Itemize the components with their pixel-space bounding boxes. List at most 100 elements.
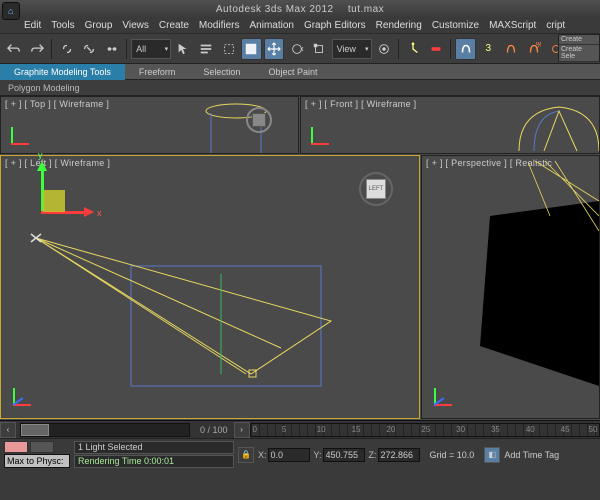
tick: 45 [561,425,570,434]
ribbon-bar: Graphite Modeling Tools Freeform Selecti… [0,64,600,80]
time-slider[interactable] [20,423,190,437]
rotate-icon[interactable] [286,38,307,60]
ribbon-sub[interactable]: Polygon Modeling [0,80,600,96]
selection-status: 1 Light Selected [74,441,234,454]
menu-edit[interactable]: Edit [24,20,41,31]
coord-y: Y: [314,448,365,462]
filename: tut.max [348,4,384,15]
viewport-perspective[interactable]: [ + ] [ Perspective ] [ Realistic [421,155,600,419]
time-tag-label[interactable]: Add Time Tag [504,450,559,460]
separator [398,39,399,59]
timeline-prev-icon[interactable]: ‹ [0,422,16,438]
bind-icon[interactable] [102,38,123,60]
percent-snap-icon[interactable] [501,38,522,60]
menu-tools[interactable]: Tools [51,20,74,31]
lock-icon[interactable]: 🔒 [238,447,254,463]
keymode-icon[interactable] [426,38,447,60]
menu-create[interactable]: Create [159,20,189,31]
undo-icon[interactable] [4,38,25,60]
menu-maxscript[interactable]: MAXScript [489,20,536,31]
render-geometry [420,156,599,420]
scale-icon[interactable] [309,38,330,60]
selection-filter-dropdown[interactable]: All [131,39,171,59]
menu-views[interactable]: Views [122,20,149,31]
tick: 15 [352,425,361,434]
viewport-front-label[interactable]: [ + ] [ Front ] [ Wireframe ] [305,99,416,109]
main-toolbar: All View 3 % [0,34,600,64]
tick: 35 [491,425,500,434]
title-bar: ⌂ Autodesk 3ds Max 2012 tut.max [0,0,600,18]
menu-bar: Edit Tools Group Views Create Modifiers … [0,18,600,34]
move-icon[interactable] [264,38,285,60]
tick: 20 [386,425,395,434]
axis-tripod-icon [5,121,35,151]
menu-grapheditors[interactable]: Graph Editors [304,20,366,31]
wireframe-geometry [459,101,599,155]
coord-z: Z: [369,448,420,462]
menu-customize[interactable]: Customize [432,20,479,31]
app-logo-icon[interactable]: ⌂ [2,2,20,20]
tab-graphite[interactable]: Graphite Modeling Tools [0,64,125,80]
time-ruler[interactable]: 0 5 10 15 20 25 30 35 40 45 50 [250,423,600,437]
timeline-next-icon[interactable]: › [234,422,250,438]
coord-z-input[interactable] [378,448,420,462]
viewport-top[interactable]: [ + ] [ Top ] [ Wireframe ] [0,96,299,154]
viewcube-icon[interactable] [246,107,272,133]
menu-rendering[interactable]: Rendering [376,20,422,31]
separator [126,39,127,59]
coord-y-input[interactable] [323,448,365,462]
track-b-icon[interactable] [30,441,54,453]
command-panel[interactable]: Create Create Sele [558,34,600,62]
snap-icon[interactable] [455,38,476,60]
tick: 25 [421,425,430,434]
wireframe-geometry [1,156,421,420]
status-bar: 1 Light Selected Rendering Time 0:00:01 … [0,438,600,470]
separator [51,39,52,59]
render-time-status: Rendering Time 0:00:01 [74,455,234,468]
coord-x-input[interactable] [268,448,310,462]
create-tab[interactable]: Create [559,35,599,45]
frame-counter: 0 / 100 [194,425,234,435]
coord-x: X: [258,448,310,462]
select-icon[interactable] [173,38,194,60]
track-a-icon[interactable] [4,441,28,453]
ref-coord-dropdown[interactable]: View [332,39,372,59]
window-crossing-icon[interactable] [241,38,262,60]
separator [450,39,451,59]
axis-tripod-icon [428,382,458,412]
viewport-front[interactable]: [ + ] [ Front ] [ Wireframe ] [300,96,600,154]
timeline-bar: ‹ 0 / 100 › 0 5 10 15 20 25 30 35 40 45 … [0,420,600,438]
create-sub[interactable]: Create Sele [559,45,599,62]
tab-selection[interactable]: Selection [189,64,254,80]
time-tag-icon[interactable]: ◧ [484,447,500,463]
menu-modifiers[interactable]: Modifiers [199,20,240,31]
app-title: Autodesk 3ds Max 2012 [216,4,334,15]
tick: 5 [282,425,286,434]
viewport-top-label[interactable]: [ + ] [ Top ] [ Wireframe ] [5,99,109,109]
menu-animation[interactable]: Animation [249,20,293,31]
tab-objectpaint[interactable]: Object Paint [254,64,331,80]
angle-snap-icon[interactable]: 3 [478,38,499,60]
viewport-left[interactable]: [ + ] [ Left ] [ Wireframe ] y x LEFT [0,155,420,419]
select-name-icon[interactable] [196,38,217,60]
rect-select-icon[interactable] [218,38,239,60]
tick: 40 [526,425,535,434]
grid-status: Grid = 10.0 [424,450,481,460]
axis-tripod-icon [305,121,335,151]
pivot-icon[interactable] [374,38,395,60]
tick: 10 [317,425,326,434]
viewport-area: [ + ] [ Top ] [ Wireframe ] [ + ] [ Fron… [0,96,600,420]
tab-freeform[interactable]: Freeform [125,64,190,80]
menu-script[interactable]: cript [546,20,565,31]
redo-icon[interactable] [27,38,48,60]
unlink-icon[interactable] [79,38,100,60]
tick: 50 [589,425,598,434]
axis-tripod-icon [7,382,37,412]
tick: 30 [456,425,465,434]
spinner-snap-icon[interactable]: % [523,38,544,60]
manipulate-icon[interactable] [403,38,424,60]
link-icon[interactable] [56,38,77,60]
time-slider-thumb[interactable] [21,424,49,436]
menu-group[interactable]: Group [85,20,113,31]
script-listener-input[interactable] [4,454,70,468]
